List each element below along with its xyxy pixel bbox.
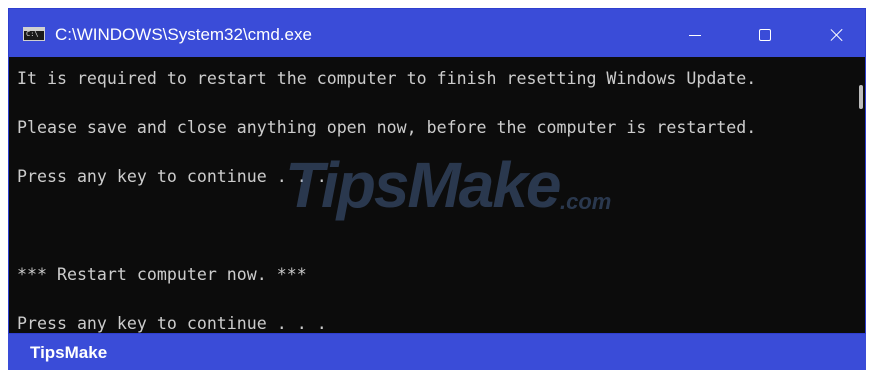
- console-line: *** Restart computer now. ***: [17, 265, 307, 284]
- window-title: C:\WINDOWS\System32\cmd.exe: [55, 25, 312, 44]
- scrollbar-thumb[interactable]: [859, 85, 863, 109]
- footer-label: TipsMake: [30, 343, 108, 362]
- cmd-app-icon[interactable]: [23, 27, 45, 41]
- console-output[interactable]: It is required to restart the computer t…: [17, 57, 852, 333]
- maximize-icon: [759, 29, 771, 41]
- minimize-icon: [689, 35, 701, 36]
- vertical-scrollbar[interactable]: [856, 57, 865, 333]
- console-line: Press any key to continue . . .: [17, 167, 327, 186]
- console-line: It is required to restart the computer t…: [17, 69, 757, 88]
- cmd-window: C:\WINDOWS\System32\cmd.exe It is requir…: [8, 8, 866, 334]
- console-line: Press any key to continue . . .: [17, 314, 327, 333]
- close-button[interactable]: [815, 17, 859, 53]
- minimize-button[interactable]: [673, 17, 717, 53]
- maximize-button[interactable]: [743, 17, 787, 53]
- console-line: Please save and close anything open now,…: [17, 118, 757, 137]
- footer-bar: TipsMake: [8, 334, 866, 370]
- close-icon: [830, 28, 844, 42]
- title-bar[interactable]: C:\WINDOWS\System32\cmd.exe: [9, 9, 865, 57]
